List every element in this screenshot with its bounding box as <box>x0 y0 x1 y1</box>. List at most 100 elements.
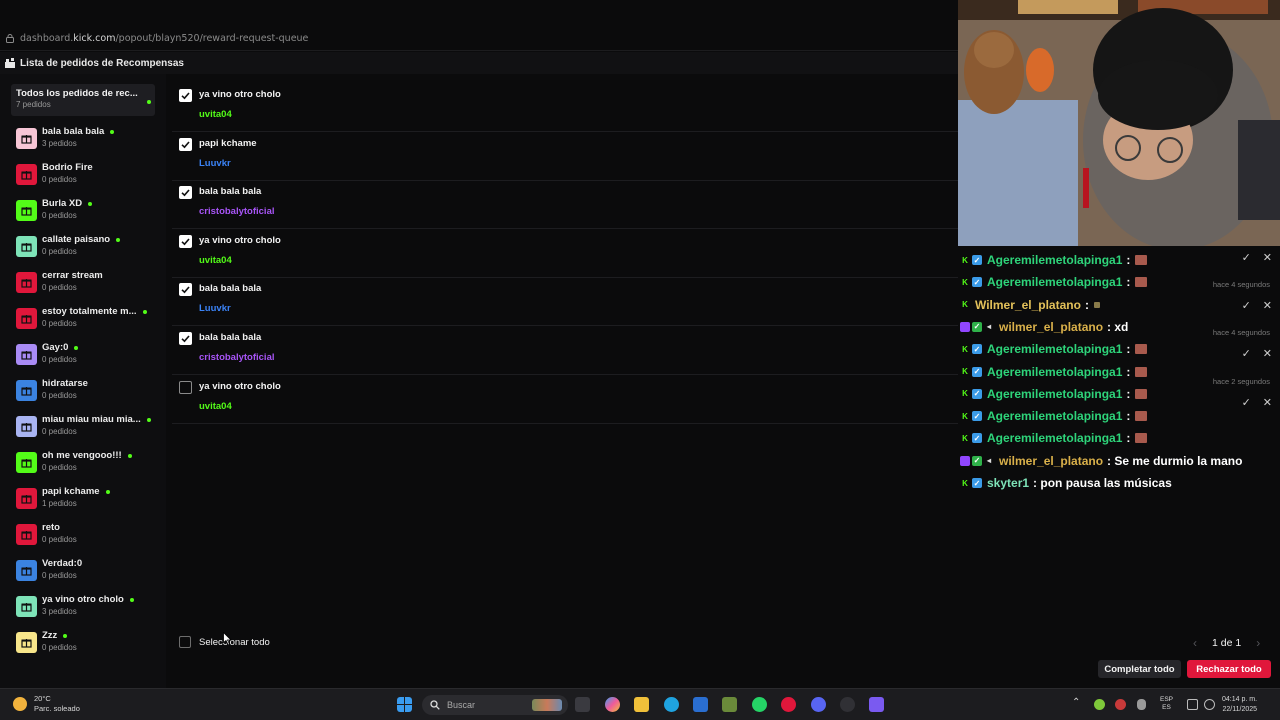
sidebar-item-reward[interactable]: Gay:0 0 pedidos <box>16 342 166 372</box>
sidebar-item-reward[interactable]: Bodrio Fire 0 pedidos <box>16 162 166 192</box>
sidebar-item-reward[interactable]: estoy totalmente m... 0 pedidos <box>16 306 166 336</box>
sidebar-item-reward[interactable]: Verdad:0 0 pedidos <box>16 558 166 588</box>
file-explorer-icon[interactable] <box>634 697 649 712</box>
next-page-icon[interactable]: › <box>1249 636 1267 650</box>
emote-icon <box>1135 433 1148 444</box>
chat-username: skyter1 <box>987 476 1030 490</box>
queue-row[interactable]: bala bala bala cristobalytoficial <box>172 181 958 230</box>
request-user[interactable]: Luuvkr <box>199 303 231 314</box>
sidebar-item-reward[interactable]: ya vino otro cholo 3 pedidos <box>16 594 166 624</box>
row-checkbox[interactable] <box>179 380 192 394</box>
microphone-icon[interactable] <box>1137 699 1146 710</box>
request-user[interactable]: cristobalytoficial <box>199 206 275 217</box>
tray-app-icon[interactable] <box>1094 699 1105 710</box>
row-checkbox[interactable] <box>179 186 192 200</box>
sidebar-item-all-requests[interactable]: Todos los pedidos de rec... 7 pedidos <box>11 84 155 116</box>
sidebar-item-reward[interactable]: callate paisano 0 pedidos <box>16 234 166 264</box>
queue-row[interactable]: ya vino otro cholo uvita04 <box>172 84 958 132</box>
language-indicator[interactable]: ESP ES <box>1160 696 1173 712</box>
sidebar-item-reward[interactable]: cerrar stream 0 pedidos <box>16 270 166 300</box>
chat-text: : Se me durmio la mano <box>1107 453 1243 468</box>
task-view-icon[interactable] <box>575 697 590 712</box>
sidebar-item-reward[interactable]: bala bala bala 3 pedidos <box>16 126 166 156</box>
url-prefix: dashboard. <box>20 32 74 44</box>
gift-icon <box>16 560 37 581</box>
sidebar-item-label: papi kchame <box>42 486 100 497</box>
check-icon <box>181 335 190 343</box>
row-checkbox[interactable] <box>179 137 192 151</box>
windows-start-icon[interactable] <box>397 697 412 712</box>
complete-all-button[interactable]: Completar todo <box>1098 660 1181 678</box>
select-all-label[interactable]: Seleccionar todo <box>199 637 270 648</box>
kick-badge-icon: K <box>962 367 968 376</box>
row-checkbox[interactable] <box>179 89 192 102</box>
edge-icon[interactable] <box>664 697 679 712</box>
queue-row[interactable]: ya vino otro cholo uvita04 <box>172 230 958 278</box>
opera-icon[interactable] <box>781 697 796 712</box>
prev-page-icon[interactable]: ‹ <box>1186 636 1204 650</box>
request-user[interactable]: uvita04 <box>199 401 232 412</box>
chat-message: K ✓ Ageremilemetolapinga1: <box>960 406 1278 426</box>
active-dot-icon <box>129 597 134 602</box>
row-checkbox[interactable] <box>179 332 192 345</box>
tray-chevron-icon[interactable]: ⌃ <box>1072 697 1080 708</box>
volume-icon[interactable] <box>1204 699 1215 710</box>
check-icon <box>181 238 190 246</box>
row-checkbox[interactable] <box>179 234 192 248</box>
approve-icon[interactable]: ✓ <box>1242 347 1251 360</box>
check-icon <box>181 189 190 197</box>
sun-icon <box>13 697 27 711</box>
tray-app-icon[interactable] <box>1115 699 1126 710</box>
select-all-checkbox[interactable] <box>179 636 191 648</box>
request-user[interactable]: cristobalytoficial <box>199 352 275 363</box>
queue-row[interactable]: ya vino otro cholo uvita04 <box>172 376 958 424</box>
sidebar-item-reward[interactable]: Zzz 0 pedidos <box>16 630 166 660</box>
reject-all-button[interactable]: Rechazar todo <box>1187 660 1271 678</box>
whatsapp-icon[interactable] <box>752 697 767 712</box>
verified-badge-icon: ✓ <box>972 255 982 265</box>
check-badge-icon: ✓ <box>972 455 982 466</box>
close-icon[interactable]: ✕ <box>1263 299 1272 312</box>
queue-row[interactable]: bala bala bala Luuvkr <box>172 278 958 327</box>
discord-icon[interactable] <box>811 697 826 712</box>
clock[interactable]: 04:14 p. m. 22/11/2025 <box>1222 695 1257 715</box>
close-icon[interactable]: ✕ <box>1263 396 1272 409</box>
sidebar-item-reward[interactable]: Burla XD 0 pedidos <box>16 198 166 228</box>
taskbar-search[interactable]: Buscar <box>422 695 568 715</box>
sidebar-item-reward[interactable]: oh me vengooo!!! 0 pedidos <box>16 450 166 480</box>
app-icon[interactable] <box>869 697 884 712</box>
active-dot-icon <box>110 129 115 134</box>
queue-row[interactable]: papi kchame Luuvkr <box>172 133 958 181</box>
approve-icon[interactable]: ✓ <box>1242 396 1251 409</box>
sidebar-item-reward[interactable]: hidratarse 0 pedidos <box>16 378 166 408</box>
sidebar-item-reward[interactable]: reto 0 pedidos <box>16 522 166 552</box>
sidebar-item-reward[interactable]: papi kchame 1 pedidos <box>16 486 166 516</box>
sidebar-item-reward[interactable]: miau miau miau mia... 0 pedidos <box>16 414 166 444</box>
verified-badge-icon: ✓ <box>972 277 982 288</box>
network-icon[interactable] <box>1187 699 1198 710</box>
request-user[interactable]: uvita04 <box>199 255 232 266</box>
weather-widget[interactable]: 20°C Parc. soleado <box>13 694 80 714</box>
verified-badge-icon: ✓ <box>972 344 982 355</box>
approve-icon[interactable]: ✓ <box>1242 299 1251 312</box>
chat-text: : <box>1126 409 1131 424</box>
gift-icon <box>16 128 37 149</box>
obs-icon[interactable] <box>840 697 855 712</box>
close-icon[interactable]: ✕ <box>1263 251 1272 264</box>
queue-row[interactable]: bala bala bala cristobalytoficial <box>172 327 958 375</box>
row-checkbox[interactable] <box>179 283 192 297</box>
sidebar-item-label: oh me vengooo!!! <box>42 450 122 461</box>
approve-icon[interactable]: ✓ <box>1242 251 1251 264</box>
request-user[interactable]: Luuvkr <box>199 158 231 169</box>
chat-message: ✓ ◂ wilmer_el_platano: Se me durmio la man… <box>960 451 1278 471</box>
request-title: ya vino otro cholo <box>199 234 281 246</box>
address-bar[interactable]: dashboard. kick.com/popout/blayn520/rewar… <box>0 28 958 48</box>
gift-icon <box>16 200 37 221</box>
request-user[interactable]: uvita04 <box>199 109 232 120</box>
close-icon[interactable]: ✕ <box>1263 347 1272 360</box>
lock-icon <box>6 33 14 43</box>
active-dot-icon <box>105 489 110 494</box>
minecraft-icon[interactable] <box>722 697 737 712</box>
copilot-icon[interactable] <box>605 697 620 712</box>
store-icon[interactable] <box>693 697 708 712</box>
